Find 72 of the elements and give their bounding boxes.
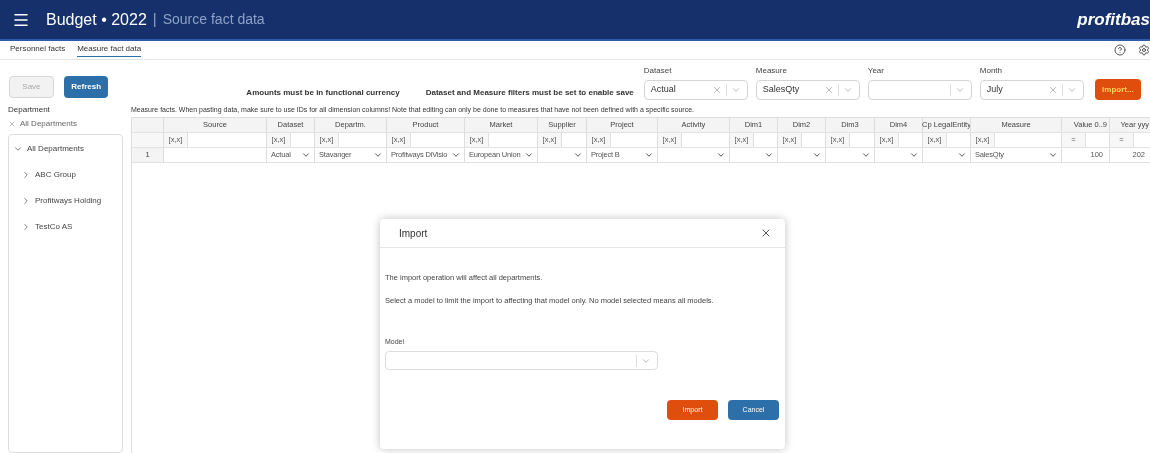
filter-label: Dataset	[643, 65, 673, 77]
chevron-right-icon[interactable]	[21, 170, 31, 180]
chevron-down-icon[interactable]	[1048, 150, 1058, 160]
chevron-down-icon[interactable]	[451, 150, 461, 160]
chevron-down-icon[interactable]	[812, 150, 822, 160]
tree-label: TestCo AS	[35, 221, 73, 233]
refresh-button[interactable]: Refresh	[63, 76, 109, 98]
help-icon[interactable]	[1114, 44, 1126, 56]
page-subtitle: Source fact data	[162, 10, 265, 29]
chevron-down-icon[interactable]	[716, 150, 726, 160]
sidebar-title: Department	[8, 104, 51, 116]
column-filter-field[interactable]	[489, 133, 537, 147]
tree-label: ABC Group	[35, 169, 76, 181]
column-filter-field[interactable]	[1134, 133, 1150, 147]
chevron-down-icon[interactable]	[861, 150, 871, 160]
tree-item[interactable]: Profitways Holding	[9, 188, 122, 214]
clear-filter-link[interactable]: All Departments	[8, 117, 123, 131]
column-filter-field[interactable]	[562, 133, 586, 147]
filter-label: Measure	[755, 65, 788, 77]
settings-icon[interactable]	[1138, 44, 1150, 56]
chevron-down-icon[interactable]	[644, 150, 654, 160]
column-filter-field[interactable]	[339, 133, 386, 147]
clear-icon[interactable]	[1047, 85, 1058, 95]
tree-label: Profitways Holding	[35, 195, 102, 207]
tree-item[interactable]: ABC Group	[9, 162, 122, 188]
chevron-down-icon[interactable]	[13, 144, 23, 154]
tree-item[interactable]: All Departments	[9, 136, 122, 162]
column-filter-field[interactable]	[802, 133, 825, 147]
dialog-title: Import	[399, 226, 429, 241]
column-filter-field[interactable]	[947, 133, 970, 147]
chevron-down-icon[interactable]	[524, 150, 534, 160]
notice-text: Amounts must be in functional currency	[246, 87, 400, 99]
chevron-down-icon[interactable]	[842, 85, 853, 95]
clear-icon[interactable]	[711, 85, 722, 95]
tree-label: All Departments	[27, 143, 84, 155]
chevron-down-icon[interactable]	[764, 150, 774, 160]
chevron-down-icon[interactable]	[909, 150, 919, 160]
chevron-right-icon[interactable]	[21, 222, 31, 232]
tab[interactable]: Personnel facts	[10, 43, 66, 57]
select-field[interactable]: Actual	[643, 80, 748, 100]
clear-icon[interactable]	[823, 85, 834, 95]
notice-text: Dataset and Measure filters must be set to enable save	[425, 87, 634, 99]
filter-label: Month	[979, 65, 1004, 77]
select-field[interactable]	[867, 80, 972, 100]
column-filter-field[interactable]	[611, 133, 657, 147]
chevron-down-icon[interactable]	[573, 150, 583, 160]
logo: profitbas	[1077, 8, 1150, 31]
tab[interactable]: Measure fact data	[77, 43, 142, 57]
close-icon[interactable]	[760, 227, 772, 239]
chevron-down-icon[interactable]	[1066, 85, 1077, 95]
column-filter-field[interactable]	[291, 133, 314, 147]
select-field[interactable]: SalesQty	[755, 80, 860, 100]
title-separator: |	[152, 9, 157, 30]
tree-item[interactable]: TestCo AS	[9, 214, 122, 240]
column-filter-field[interactable]	[682, 133, 729, 147]
chevron-down-icon[interactable]	[301, 150, 311, 160]
filter-label: Year	[867, 65, 885, 77]
chevron-down-icon[interactable]	[957, 150, 967, 160]
chevron-down-icon[interactable]	[373, 150, 383, 160]
page-title: Budget • 2022	[46, 9, 147, 30]
select-field[interactable]: July	[979, 80, 1084, 100]
chevron-down-icon[interactable]	[954, 85, 965, 95]
column-filter-field[interactable]	[899, 133, 922, 147]
column-filter-field[interactable]	[995, 133, 1061, 147]
column-filter-field[interactable]	[850, 133, 874, 147]
chevron-down-icon[interactable]	[730, 85, 741, 95]
column-filter-field[interactable]	[754, 133, 777, 147]
column-filter-field[interactable]	[188, 133, 266, 147]
model-select-field[interactable]	[385, 351, 658, 370]
chevron-right-icon[interactable]	[21, 196, 31, 206]
column-filter-field[interactable]	[1086, 133, 1109, 147]
column-filter-field[interactable]	[411, 133, 464, 147]
